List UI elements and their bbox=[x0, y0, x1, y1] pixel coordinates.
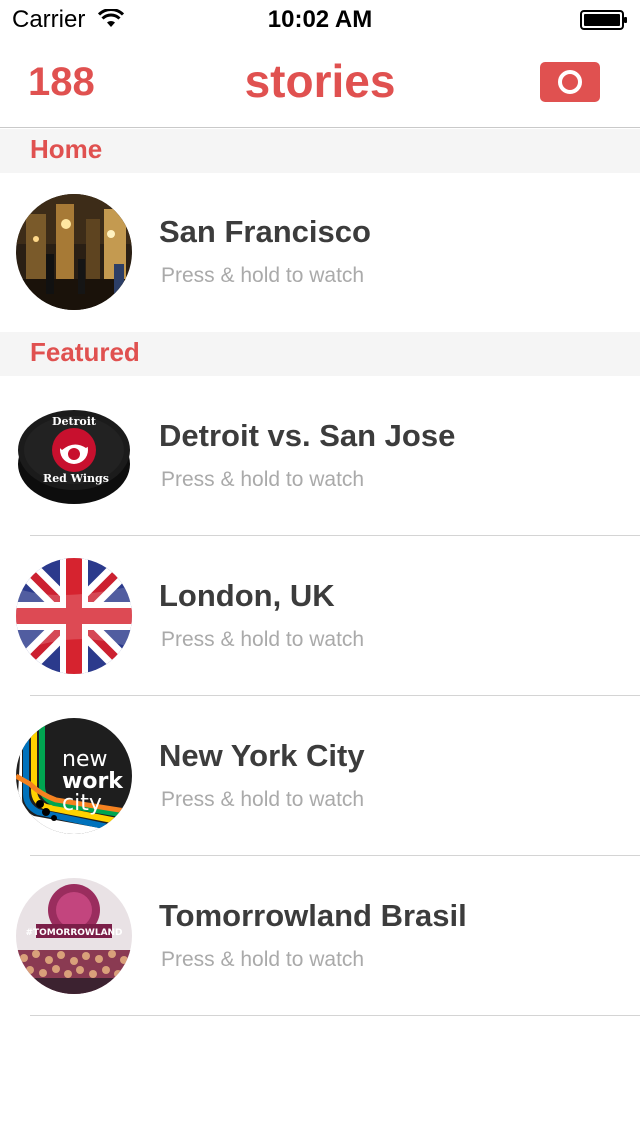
list-item[interactable]: London, UK Press & hold to watch bbox=[0, 536, 640, 696]
street-night-thumbnail bbox=[16, 194, 132, 310]
festival-banner-text: #TOMORROWLAND bbox=[25, 928, 122, 938]
logo-line-3: city bbox=[62, 791, 102, 816]
list-item[interactable]: San Francisco Press & hold to watch bbox=[0, 172, 640, 332]
story-title: San Francisco bbox=[159, 214, 371, 249]
story-title: Tomorrowland Brasil bbox=[159, 898, 467, 933]
list-item[interactable]: new work city New York City Press & hold… bbox=[0, 696, 640, 856]
puck-top-text: Detroit bbox=[52, 415, 97, 428]
list-item[interactable]: Detroit Red Wings Detroit vs. San Jose P… bbox=[0, 376, 640, 536]
battery-icon bbox=[580, 10, 627, 30]
story-title: Detroit vs. San Jose bbox=[159, 418, 456, 453]
camera-button[interactable] bbox=[540, 62, 600, 102]
nav-bar: 188 stories bbox=[0, 40, 640, 128]
camera-icon bbox=[558, 70, 582, 94]
puck-bottom-text: Red Wings bbox=[43, 472, 109, 485]
story-subtitle: Press & hold to watch bbox=[161, 788, 365, 811]
list-item[interactable]: #TOMORROWLAND Tomorrowland Brasil Press … bbox=[0, 856, 640, 1016]
new-work-city-thumbnail: new work city bbox=[16, 718, 132, 834]
story-subtitle: Press & hold to watch bbox=[161, 264, 365, 287]
story-title: New York City bbox=[159, 738, 365, 773]
status-bar: Carrier 10:02 AM bbox=[0, 0, 640, 40]
row-divider bbox=[30, 1015, 640, 1016]
section-title: Home bbox=[30, 134, 103, 164]
story-subtitle: Press & hold to watch bbox=[161, 628, 365, 651]
section-title: Featured bbox=[30, 337, 140, 367]
hockey-puck-thumbnail: Detroit Red Wings bbox=[16, 398, 132, 514]
section-header-featured: Featured bbox=[0, 332, 640, 376]
status-time: 10:02 AM bbox=[267, 6, 373, 33]
story-subtitle: Press & hold to watch bbox=[161, 468, 365, 491]
story-subtitle: Press & hold to watch bbox=[161, 948, 365, 971]
union-jack-thumbnail bbox=[16, 558, 132, 674]
story-title: London, UK bbox=[159, 578, 335, 613]
festival-thumbnail: #TOMORROWLAND bbox=[16, 878, 132, 994]
section-header-home: Home bbox=[0, 129, 640, 173]
